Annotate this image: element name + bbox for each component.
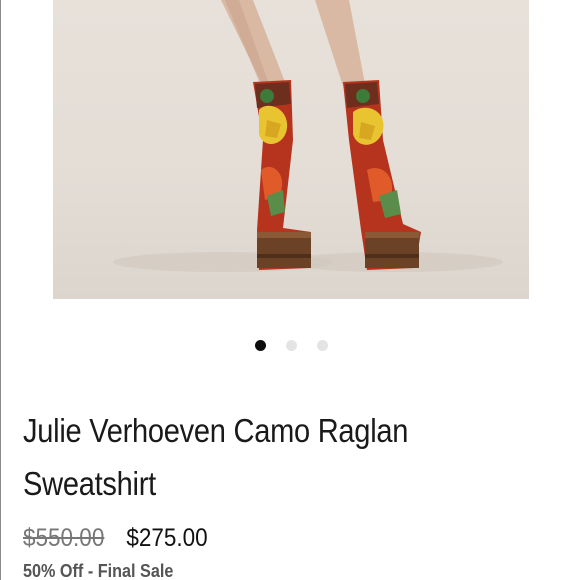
right-boot <box>343 80 421 270</box>
product-photo <box>113 0 503 272</box>
carousel-dot-3[interactable] <box>317 340 328 351</box>
sale-note: 50% Off - Final Sale <box>23 561 174 580</box>
product-image[interactable] <box>53 0 529 299</box>
left-boot <box>253 80 311 270</box>
carousel-dot-2[interactable] <box>286 340 297 351</box>
product-page: Julie Verhoeven Camo Raglan Sweatshirt $… <box>0 0 580 580</box>
product-title: Julie Verhoeven Camo Raglan Sweatshirt <box>23 412 409 502</box>
sale-price: $275.00 <box>126 524 208 552</box>
carousel-dot-1[interactable] <box>255 340 266 351</box>
original-price: $550.00 <box>23 524 105 552</box>
carousel-dots <box>1 340 580 352</box>
price-row: $550.00 $275.00 <box>23 524 208 556</box>
